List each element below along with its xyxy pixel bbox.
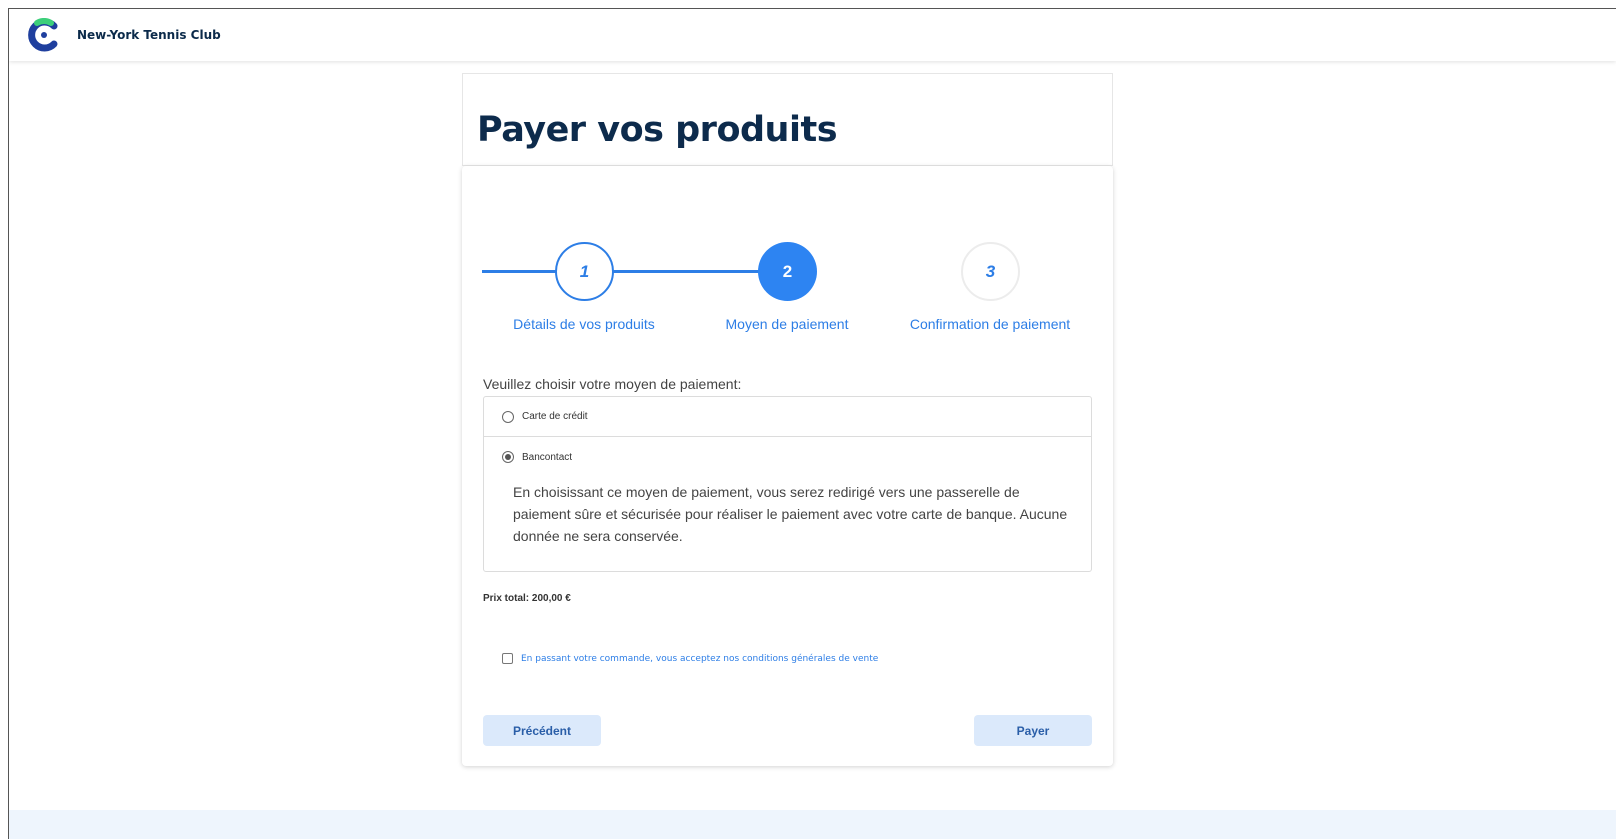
option-credit-card[interactable]: Carte de crédit — [484, 397, 1091, 437]
payment-card: 1 2 3 Détails de vos produits Moyen de p… — [462, 166, 1113, 766]
step-1-circle[interactable]: 1 — [555, 242, 614, 301]
terms-row[interactable]: En passant votre commande, vous acceptez… — [502, 653, 878, 664]
page-title-box: Payer vos produits — [462, 73, 1113, 166]
total-price: Prix total: 200,00 € — [483, 593, 571, 604]
credit-card-radio[interactable] — [502, 410, 514, 423]
club-logo-icon[interactable] — [27, 18, 61, 52]
bancontact-label[interactable]: Bancontact — [522, 452, 572, 463]
footer-band — [9, 810, 1616, 839]
page-title: Payer vos produits — [477, 110, 838, 150]
pay-button[interactable]: Payer — [974, 715, 1092, 746]
step-3-circle[interactable]: 3 — [961, 242, 1020, 301]
terms-checkbox[interactable] — [502, 653, 513, 664]
bancontact-radio[interactable] — [502, 451, 514, 463]
step-3-number: 3 — [985, 261, 996, 281]
bancontact-description: En choisissant ce moyen de paiement, vou… — [513, 484, 1068, 544]
stepper-line-middle — [612, 270, 762, 273]
step-2-label: Moyen de paiement — [725, 316, 849, 332]
stepper-line-left — [482, 270, 557, 273]
step-2-number: 2 — [782, 261, 793, 281]
payment-method-prompt: Veuillez choisir votre moyen de paiement… — [483, 376, 742, 392]
step-3-label: Confirmation de paiement — [909, 316, 1071, 332]
payment-options: Carte de crédit Bancontact En choisissan… — [483, 396, 1092, 572]
previous-button[interactable]: Précédent — [483, 715, 601, 746]
step-1-label: Détails de vos produits — [513, 316, 655, 332]
step-2-circle[interactable]: 2 — [758, 242, 817, 301]
step-1-number: 1 — [579, 261, 590, 281]
app-window: New-York Tennis Club Payer vos produits … — [8, 8, 1616, 839]
terms-label[interactable]: En passant votre commande, vous acceptez… — [521, 654, 878, 664]
option-bancontact[interactable]: Bancontact — [484, 437, 1091, 477]
club-name[interactable]: New-York Tennis Club — [77, 28, 221, 42]
credit-card-label[interactable]: Carte de crédit — [522, 411, 588, 422]
top-navbar: New-York Tennis Club — [9, 9, 1616, 61]
